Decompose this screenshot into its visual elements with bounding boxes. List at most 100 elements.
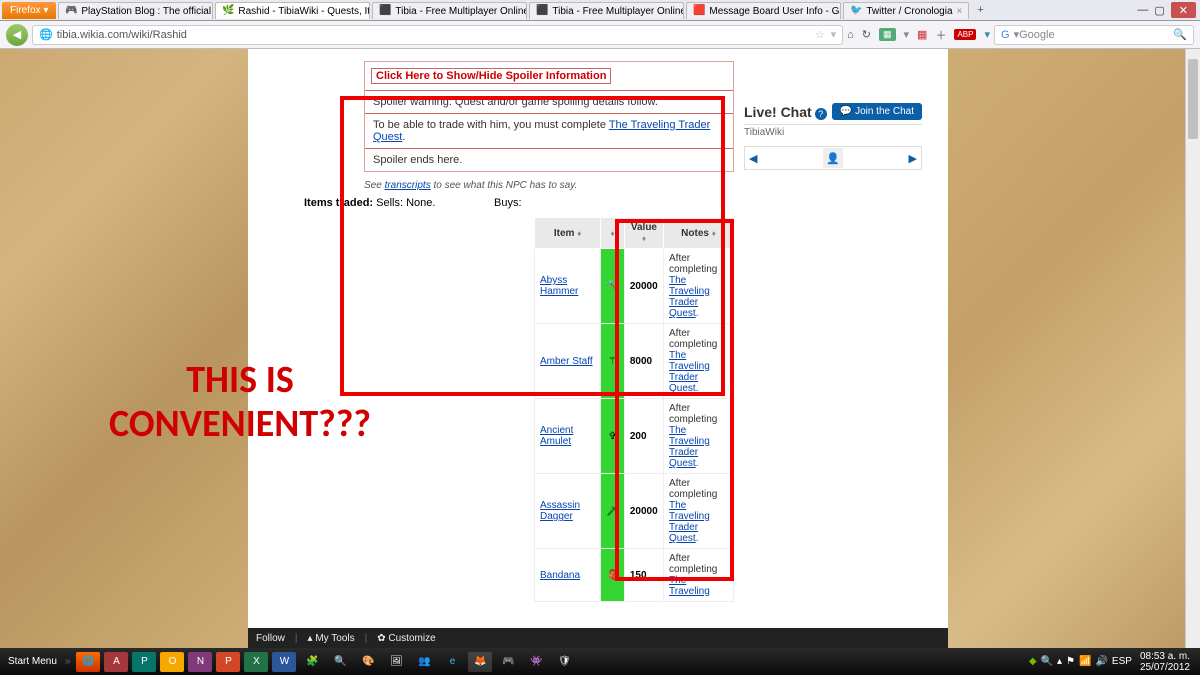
scroll-thumb[interactable] <box>1188 59 1198 139</box>
item-icon-cell: 🔨 <box>601 249 625 324</box>
tb-paint[interactable]: 🎨 <box>356 652 380 672</box>
tray-sound-icon[interactable]: 🔊 <box>1095 656 1107 667</box>
quest-link[interactable]: The Traveling Trader Quest <box>669 275 710 319</box>
browser-tab[interactable]: 🌿Rashid - TibiaWiki - Quests, Items, Sp.… <box>215 2 370 19</box>
item-link[interactable]: Bandana <box>540 570 580 581</box>
quest-link[interactable]: The Traveling <box>669 575 710 597</box>
google-icon: G <box>1001 29 1010 41</box>
stumble-icon[interactable]: ▾ <box>984 28 990 41</box>
start-button[interactable]: Start Menu <box>0 656 65 667</box>
new-tab-button[interactable]: + <box>971 2 989 20</box>
tb-game-3[interactable]: 🛡 <box>552 652 576 672</box>
tab-label: Rashid - TibiaWiki - Quests, Items, Sp..… <box>238 6 370 17</box>
close-window-button[interactable]: ✕ <box>1171 2 1196 18</box>
item-notes-cell: After completing The Traveling Trader Qu… <box>664 249 734 324</box>
chat-prev-icon[interactable]: ◀ <box>749 152 757 165</box>
tb-firefox[interactable]: 🦊 <box>468 652 492 672</box>
chat-avatar[interactable]: 👤 <box>823 148 843 168</box>
help-icon[interactable]: ? <box>815 108 827 120</box>
item-link[interactable]: Ancient Amulet <box>540 425 573 447</box>
tb-photos[interactable]: 🖼 <box>384 652 408 672</box>
minimize-button[interactable]: — <box>1137 4 1148 16</box>
item-icon-cell: 🧣 <box>601 549 625 602</box>
url-bar[interactable]: 🌐 tibia.wikia.com/wiki/Rashid ☆ ▾ <box>32 25 843 45</box>
extension-icon[interactable]: ▾ <box>904 28 910 41</box>
table-header[interactable]: Item ♦ <box>535 218 601 249</box>
tb-outlook[interactable]: O <box>160 652 184 672</box>
item-name-cell: Amber Staff <box>535 324 601 399</box>
table-header[interactable]: Notes ♦ <box>664 218 734 249</box>
grid-icon[interactable]: ▦ <box>917 28 927 41</box>
item-link[interactable]: Assassin Dagger <box>540 500 580 522</box>
tab-close-icon[interactable]: × <box>957 6 963 17</box>
wikia-footer: Follow | ▴ My Tools | ✿ Customize <box>248 628 948 648</box>
tb-publisher[interactable]: P <box>132 652 156 672</box>
search-icon[interactable]: 🔍 <box>1173 28 1187 41</box>
table-row: Assassin Dagger🗡20000After completing Th… <box>535 474 734 549</box>
dropdown-icon[interactable]: ▾ <box>831 28 837 41</box>
tb-excel[interactable]: X <box>244 652 268 672</box>
back-button[interactable]: ◀ <box>6 24 28 46</box>
item-link[interactable]: Amber Staff <box>540 356 593 367</box>
tb-ie[interactable]: e <box>440 652 464 672</box>
tb-game-1[interactable]: 🎮 <box>496 652 520 672</box>
browser-tab[interactable]: ⬛Tibia - Free Multiplayer Online Role P.… <box>372 2 527 19</box>
spoiler-body: To be able to trade with him, you must c… <box>365 113 733 148</box>
item-value-cell: 200 <box>624 399 663 474</box>
item-value-cell: 8000 <box>624 324 663 399</box>
spoiler-toggle[interactable]: Click Here to Show/Hide Spoiler Informat… <box>371 68 611 84</box>
chat-wiki-name: TibiaWiki <box>744 127 922 138</box>
item-notes-cell: After completing The Traveling <box>664 549 734 602</box>
table-header[interactable]: Value ♦ <box>624 218 663 249</box>
tray-network-icon[interactable]: 📶 <box>1079 656 1091 667</box>
quest-link[interactable]: The Traveling Trader Quest <box>669 350 710 394</box>
transcripts-link[interactable]: transcripts <box>385 180 431 191</box>
firefox-menu-button[interactable]: Firefox ▾ <box>2 2 56 19</box>
maximize-button[interactable]: ▢ <box>1154 4 1164 17</box>
favicon: ⬛ <box>379 5 391 17</box>
browser-tab[interactable]: 🟥Message Board User Info - GameFAQs× <box>686 2 841 19</box>
tb-onenote[interactable]: N <box>188 652 212 672</box>
tb-word[interactable]: W <box>272 652 296 672</box>
add-icon[interactable]: ＋ <box>935 27 946 43</box>
tb-wlm[interactable]: 👥 <box>412 652 436 672</box>
chat-next-icon[interactable]: ▶ <box>909 152 917 165</box>
search-box[interactable]: G ▾ Google 🔍 <box>994 25 1194 45</box>
mytools-button[interactable]: ▴ My Tools <box>308 633 355 644</box>
quest-link[interactable]: The Traveling Trader Quest <box>669 500 710 544</box>
customize-button[interactable]: ✿ Customize <box>377 633 435 644</box>
reload-icon[interactable]: ↻ <box>862 28 871 41</box>
tb-access[interactable]: A <box>104 652 128 672</box>
home-icon[interactable]: ⌂ <box>847 29 854 41</box>
spoiler-end: Spoiler ends here. <box>365 148 733 171</box>
dev-icon[interactable]: ▦ <box>879 28 896 41</box>
tb-app-3[interactable]: 🔍 <box>328 652 352 672</box>
browser-tab[interactable]: ⬛Tibia - Free Multiplayer Online Role P.… <box>529 2 684 19</box>
abp-icon[interactable]: ABP <box>954 29 976 40</box>
tray-clock[interactable]: 08:53 a. m. 25/07/2012 <box>1136 651 1194 673</box>
browser-tab[interactable]: 🐦Twitter / Cronologia× <box>843 2 969 19</box>
annotation-text: THIS IS CONVENIENT??? <box>100 359 380 446</box>
tray-nvidia-icon[interactable]: ◆ <box>1029 656 1037 667</box>
item-name-cell: Assassin Dagger <box>535 474 601 549</box>
tb-app-2[interactable]: 🧩 <box>300 652 324 672</box>
item-notes-cell: After completing The Traveling Trader Qu… <box>664 324 734 399</box>
tb-app-1[interactable]: 🌐 <box>76 652 100 672</box>
bookmark-icon[interactable]: ☆ <box>815 28 825 41</box>
tray-search-icon[interactable]: 🔍 <box>1041 656 1053 667</box>
favicon: 🐦 <box>850 5 862 17</box>
scrollbar[interactable] <box>1185 49 1200 648</box>
favicon: 🎮 <box>65 5 77 17</box>
tray-flag-icon[interactable]: ⚑ <box>1066 656 1075 667</box>
join-chat-button[interactable]: 💬 Join the Chat <box>832 103 922 120</box>
tray-chevron-icon[interactable]: ▴ <box>1057 656 1062 667</box>
table-header[interactable]: ♦ <box>601 218 625 249</box>
tb-game-2[interactable]: 👾 <box>524 652 548 672</box>
follow-button[interactable]: Follow <box>256 633 285 644</box>
browser-tab[interactable]: 🎮PlayStation Blog : The official PlaySta… <box>58 2 213 19</box>
item-icon-cell: 🗡 <box>601 474 625 549</box>
tray-lang[interactable]: ESP <box>1112 656 1132 667</box>
item-link[interactable]: Abyss Hammer <box>540 275 578 297</box>
quest-link[interactable]: The Traveling Trader Quest <box>669 425 710 469</box>
tb-powerpoint[interactable]: P <box>216 652 240 672</box>
